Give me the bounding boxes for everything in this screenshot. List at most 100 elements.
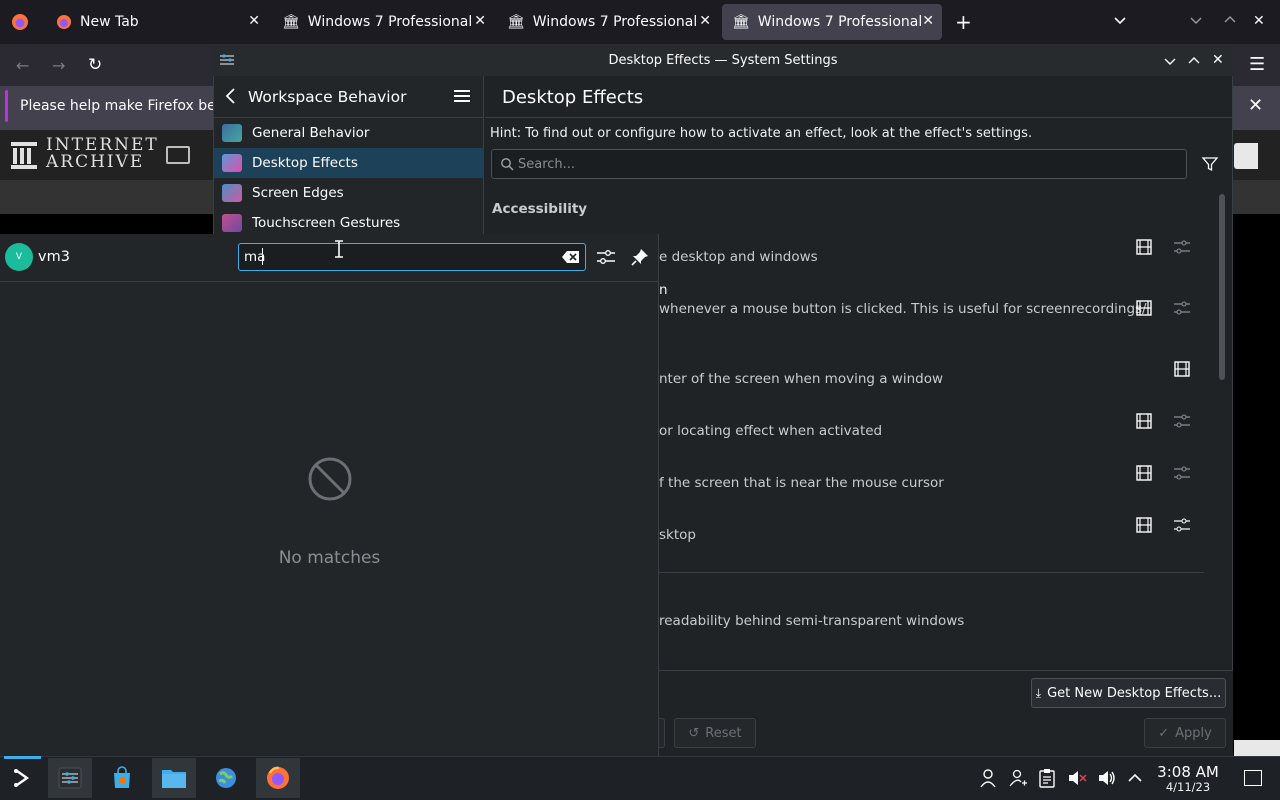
video-icon[interactable] xyxy=(1135,516,1153,534)
touchscreen-gestures-icon xyxy=(222,214,242,232)
sidebar-item-general-behavior[interactable]: General Behavior xyxy=(214,118,484,148)
sidebar-item-screen-edges[interactable]: Screen Edges xyxy=(214,178,484,208)
filter-icon[interactable] xyxy=(1201,155,1219,173)
close-window-icon[interactable]: ✕ xyxy=(1253,13,1265,29)
effect-description: e desktop and windows xyxy=(659,249,818,265)
video-icon[interactable] xyxy=(1135,464,1153,482)
firefox-icon xyxy=(56,14,72,30)
settings-maximize-icon[interactable] xyxy=(1187,54,1201,68)
tab-title: Windows 7 Professional SP xyxy=(757,14,926,30)
configure-icon[interactable] xyxy=(1173,299,1191,317)
sidebar-item-label: Touchscreen Gestures xyxy=(252,215,401,231)
clock-date[interactable]: 4/11/23 xyxy=(1150,780,1226,794)
firefox-menu-icon[interactable] xyxy=(10,12,30,32)
get-new-effects-button[interactable]: ⤓ Get New Desktop Effects... xyxy=(1031,678,1226,708)
new-tab-icon[interactable]: + xyxy=(955,10,972,34)
tab-windows7-1[interactable]: 🏛 Windows 7 Professional SP ✕ xyxy=(272,4,494,40)
tab-title: Windows 7 Professional SP xyxy=(532,14,701,30)
effect-description: readability behind semi-transparent wind… xyxy=(659,613,965,629)
list-all-tabs-icon[interactable] xyxy=(1112,12,1128,28)
tab-new-tab[interactable]: New Tab ✕ xyxy=(46,4,268,40)
effect-description: whenever a mouse button is clicked. This… xyxy=(659,301,1147,317)
launcher-search-input[interactable] xyxy=(238,243,586,271)
no-matches-text: No matches xyxy=(278,548,381,568)
clock-time[interactable]: 3:08 AM xyxy=(1150,764,1226,780)
user-name: vm3 xyxy=(38,249,70,265)
settings-minimize-icon[interactable] xyxy=(1163,54,1177,68)
section-accessibility: Accessibility xyxy=(492,201,588,217)
settings-close-icon[interactable]: ✕ xyxy=(1212,52,1224,68)
video-icon[interactable] xyxy=(1173,360,1191,378)
maximize-icon[interactable] xyxy=(1223,13,1237,27)
reload-icon[interactable]: ↻ xyxy=(88,55,102,75)
apply-label: Apply xyxy=(1175,725,1212,741)
back-arrow-icon[interactable] xyxy=(224,87,238,105)
notification-text: Please help make Firefox bette xyxy=(20,98,236,114)
close-icon[interactable]: ✕ xyxy=(474,13,486,29)
tab-windows7-3[interactable]: 🏛 Windows 7 Professional SP ✕ xyxy=(722,4,942,40)
user-icon[interactable] xyxy=(978,768,998,788)
archive-icon: 🏛 xyxy=(732,14,750,30)
content-scrollbar[interactable] xyxy=(1219,194,1225,380)
apply-button[interactable]: ✓ Apply xyxy=(1144,718,1226,748)
clipboard-icon[interactable] xyxy=(1037,768,1057,788)
sidebar-item-desktop-effects[interactable]: Desktop Effects xyxy=(214,148,484,178)
text-cursor xyxy=(262,248,263,265)
desktop-effects-icon xyxy=(222,154,242,172)
close-icon[interactable]: ✕ xyxy=(699,13,711,29)
effect-description: sktop xyxy=(659,527,696,543)
close-icon[interactable]: ✕ xyxy=(248,13,260,29)
minimize-icon[interactable] xyxy=(1189,13,1203,27)
forward-icon[interactable]: → xyxy=(52,56,65,75)
sidebar-title: Workspace Behavior xyxy=(248,88,407,106)
network-user-icon[interactable] xyxy=(1008,768,1028,788)
section-divider xyxy=(659,572,1204,573)
check-icon: ✓ xyxy=(1158,725,1170,741)
archive-icon: 🏛 xyxy=(282,14,300,30)
avatar-letter: V xyxy=(15,252,23,262)
hamburger-menu-icon[interactable] xyxy=(453,88,471,104)
firefox-task-icon[interactable] xyxy=(256,758,300,798)
audio-muted-icon[interactable] xyxy=(1067,768,1087,788)
archive-logo[interactable]: INTERNET ARCHIVE xyxy=(46,137,159,171)
configure-icon[interactable] xyxy=(1173,516,1191,534)
avatar[interactable]: V xyxy=(5,243,33,271)
pin-icon[interactable] xyxy=(631,248,649,266)
configure-icon[interactable] xyxy=(1173,238,1191,256)
search-icon xyxy=(500,157,514,171)
archive-signup-button[interactable] xyxy=(1234,143,1258,169)
configure-icon[interactable] xyxy=(596,247,616,267)
clear-text-icon[interactable] xyxy=(561,249,581,265)
archive-logo-icon[interactable] xyxy=(10,140,38,170)
text-cursor-icon xyxy=(334,240,344,258)
web-archive-icon[interactable] xyxy=(166,146,190,164)
app-menu-icon[interactable]: ☰ xyxy=(1249,54,1265,75)
discover-store-icon[interactable] xyxy=(100,758,144,798)
system-settings-task-icon[interactable] xyxy=(48,758,92,798)
no-matches-icon xyxy=(307,456,353,502)
effect-description: nter of the screen when moving a window xyxy=(659,371,944,387)
back-icon[interactable]: ← xyxy=(16,56,29,75)
volume-icon[interactable] xyxy=(1097,768,1117,788)
configure-icon[interactable] xyxy=(1173,412,1191,430)
show-desktop-icon[interactable] xyxy=(1244,770,1262,786)
notification-close-icon[interactable]: ✕ xyxy=(1248,95,1263,116)
sidebar-item-label: Desktop Effects xyxy=(252,155,358,171)
effects-search-field[interactable] xyxy=(491,149,1187,179)
tab-windows7-2[interactable]: 🏛 Windows 7 Professional SP ✕ xyxy=(497,4,719,40)
configure-icon[interactable] xyxy=(1173,464,1191,482)
show-hidden-icons-icon[interactable] xyxy=(1126,768,1146,788)
effect-description: or locating effect when activated xyxy=(659,423,883,439)
application-launcher-icon[interactable] xyxy=(0,758,44,798)
sidebar-item-label: General Behavior xyxy=(252,125,370,141)
close-icon[interactable]: ✕ xyxy=(922,13,934,29)
video-icon[interactable] xyxy=(1135,299,1153,317)
file-manager-icon[interactable] xyxy=(152,758,196,798)
browser-globe-icon[interactable] xyxy=(204,758,248,798)
video-icon[interactable] xyxy=(1135,238,1153,256)
defaults-button-fragment[interactable] xyxy=(659,718,665,748)
video-icon[interactable] xyxy=(1135,412,1153,430)
screen-edges-icon xyxy=(222,184,242,202)
reset-button[interactable]: ↺ Reset xyxy=(674,718,756,748)
settings-window-title: Desktop Effects — System Settings xyxy=(608,53,838,68)
